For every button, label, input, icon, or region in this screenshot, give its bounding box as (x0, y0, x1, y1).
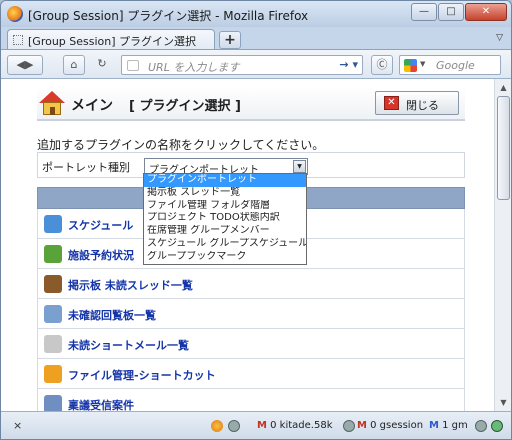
status-gm-label: 1 gm (442, 420, 468, 431)
gsession-addon-button[interactable]: Ⓒ (371, 55, 393, 75)
scroll-up-icon[interactable]: ▲ (496, 80, 511, 95)
c-addon-icon: Ⓒ (376, 58, 388, 71)
window-title: [Group Session] プラグイン選択 - Mozilla Firefo… (28, 9, 309, 23)
plugin-link[interactable]: 未確認回覧板一覧 (68, 307, 156, 323)
plugin-list-item[interactable]: 掲示板 未読スレッド一覧 (37, 269, 465, 299)
gmail-icon: M (257, 420, 267, 431)
status-kitade[interactable]: M 0 kitade.58k (257, 420, 333, 431)
dropdown-option[interactable]: プロジェクト TODO状態内訳 (144, 212, 306, 225)
google-icon (404, 59, 417, 72)
minimize-button[interactable]: — (411, 3, 437, 21)
plugin-link[interactable]: 未読ショートメール一覧 (68, 337, 189, 353)
plugin-link[interactable]: ファイル管理-ショートカット (68, 367, 216, 383)
home-icon: ⌂ (70, 58, 78, 71)
search-engine-dropdown-icon[interactable]: ▼ (420, 60, 425, 68)
site-identity-icon (127, 60, 139, 71)
maximize-button[interactable]: □ (438, 3, 464, 21)
dropdown-option[interactable]: グループブックマーク (144, 251, 306, 264)
schedule-icon (44, 215, 62, 233)
bulletin-icon (44, 275, 62, 293)
browser-window: [Group Session] プラグイン選択 - Mozilla Firefo… (0, 0, 512, 440)
folder-icon (44, 365, 62, 383)
forward-arrow-icon: ▶ (25, 58, 34, 71)
instruction-text: 追加するプラグインの名称をクリックしてください。 (37, 138, 325, 152)
home-button[interactable]: ⌂ (63, 55, 85, 75)
status-kitade-label: 0 kitade.58k (270, 420, 333, 431)
reload-button[interactable]: ↻ (91, 55, 113, 75)
back-arrow-icon: ◀ (16, 58, 25, 71)
facility-icon (44, 245, 62, 263)
main-house-icon (37, 89, 67, 117)
dropdown-option[interactable]: スケジュール グループスケジュール (144, 238, 306, 251)
mail-icon: M (429, 420, 439, 431)
tab-strip: [Group Session] プラグイン選択 + ▽ (1, 27, 511, 50)
portlet-type-label: ポートレット種別 (42, 161, 130, 174)
addon-warning-icon[interactable] (211, 420, 223, 432)
page-header: メイン [ プラグイン選択 ] ✕ 閉じる (37, 87, 465, 121)
title-bar: [Group Session] プラグイン選択 - Mozilla Firefo… (1, 1, 511, 27)
scroll-down-icon[interactable]: ▼ (496, 395, 511, 410)
tab-list-chevron-icon[interactable]: ▽ (496, 33, 503, 43)
plugin-list-item[interactable]: 稟議受信案件 (37, 389, 465, 411)
plugin-link[interactable]: 稟議受信案件 (68, 397, 134, 411)
plugin-list-item[interactable]: 未確認回覧板一覧 (37, 299, 465, 329)
addon-status-icon[interactable] (491, 420, 503, 432)
addon-globe-icon[interactable] (228, 420, 240, 432)
plugin-link[interactable]: 施設予約状況 (68, 247, 134, 263)
firefox-icon (7, 6, 23, 22)
go-arrow-icon[interactable]: → ▾ (339, 58, 358, 71)
dropdown-option[interactable]: プラグインポートレット (144, 174, 306, 187)
back-forward-button[interactable]: ◀▶ (7, 55, 43, 75)
status-gsession-label: 0 gsession (370, 420, 424, 431)
shortmail-icon (44, 335, 62, 353)
dropdown-option[interactable]: 掲示板 スレッド一覧 (144, 187, 306, 200)
plugin-link[interactable]: 掲示板 未読スレッド一覧 (68, 277, 193, 293)
close-window-button[interactable]: ✕ (465, 3, 507, 21)
navigation-toolbar: ◀▶ ⌂ ↻ URL を入力します → ▾ Ⓒ ▼ Google (1, 49, 511, 79)
window-controls: — □ ✕ (410, 3, 507, 21)
vertical-scrollbar[interactable]: ▲ ▼ (494, 79, 511, 411)
close-icon: ✕ (384, 96, 399, 110)
close-findbar-icon[interactable]: × (13, 419, 22, 432)
portlet-type-dropdown: プラグインポートレット 掲示板 スレッド一覧 ファイル管理 フォルダ階層 プロジェクト… (143, 173, 307, 265)
addon-globe-icon-3[interactable] (475, 420, 487, 432)
tab-label: [Group Session] プラグイン選択 (28, 35, 197, 48)
plugin-link[interactable]: スケジュール (68, 217, 133, 233)
circular-icon (44, 305, 62, 323)
gmail-icon-2: M (357, 420, 367, 431)
status-gm[interactable]: M 1 gm (429, 420, 468, 431)
status-gsession[interactable]: M 0 gsession (357, 420, 423, 431)
approval-icon (44, 395, 62, 411)
scrollbar-thumb[interactable] (497, 96, 510, 200)
url-placeholder: URL を入力します (148, 61, 240, 74)
dropdown-option[interactable]: ファイル管理 フォルダ階層 (144, 200, 306, 213)
plugin-list-item[interactable]: ファイル管理-ショートカット (37, 359, 465, 389)
status-bar: × M 0 kitade.58k M 0 gsession M 1 gm (1, 411, 511, 439)
url-bar[interactable]: URL を入力します → ▾ (121, 55, 363, 75)
dropdown-arrow-icon[interactable]: ▼ (293, 160, 306, 173)
dropdown-option[interactable]: 在席管理 グループメンバー (144, 225, 306, 238)
tab-group-session[interactable]: [Group Session] プラグイン選択 (7, 29, 215, 50)
plugin-list-item[interactable]: 未読ショートメール一覧 (37, 329, 465, 359)
page-viewport: メイン [ プラグイン選択 ] ✕ 閉じる 追加するプラグインの名称をクリックし… (1, 79, 511, 411)
close-button[interactable]: ✕ 閉じる (375, 91, 459, 115)
addon-globe-icon-2[interactable] (343, 420, 355, 432)
search-placeholder: Google (436, 59, 475, 72)
page-subtitle: [ プラグイン選択 ] (129, 99, 241, 114)
plugin-select-page: メイン [ プラグイン選択 ] ✕ 閉じる 追加するプラグインの名称をクリックし… (37, 79, 465, 411)
page-favicon-icon (13, 35, 23, 45)
page-title: メイン (71, 98, 113, 114)
close-button-label: 閉じる (406, 99, 439, 112)
search-box[interactable]: ▼ Google (399, 55, 501, 75)
new-tab-button[interactable]: + (219, 31, 241, 49)
reload-icon: ↻ (97, 57, 107, 70)
